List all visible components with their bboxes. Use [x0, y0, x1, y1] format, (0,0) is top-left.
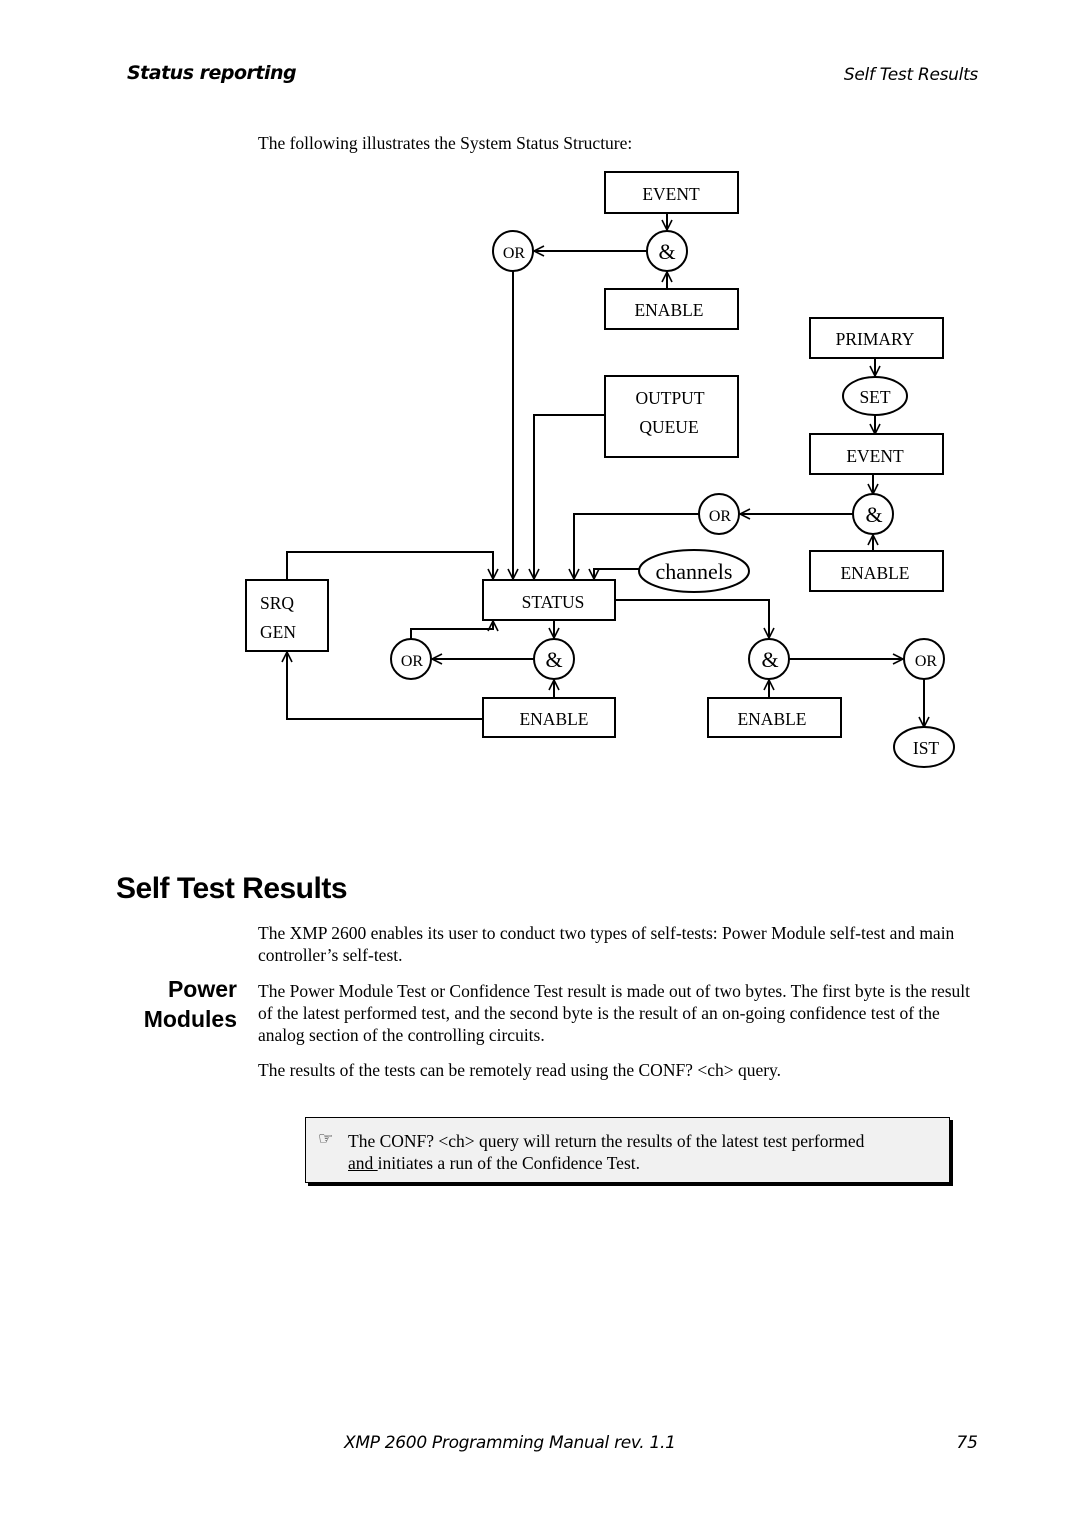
footer-manual-title: XMP 2600 Programming Manual rev. 1.1 — [344, 1433, 676, 1453]
subsection-title: Power Modules — [100, 974, 237, 1034]
paragraph-3: The results of the tests can be remotely… — [258, 1060, 782, 1080]
ist-label: IST — [913, 738, 940, 758]
note-text: The CONF? <ch> query will return the res… — [348, 1130, 948, 1174]
system-status-diagram: EVENT ENABLE & OR OUTPUT QUEUE PRIMARY S… — [245, 171, 955, 768]
and-right-label: & — [865, 502, 882, 527]
and-label: & — [658, 239, 675, 264]
and-bottom-left-label: & — [545, 647, 562, 672]
note-underlined: and — [348, 1153, 378, 1173]
enable-bottom-left-label: ENABLE — [519, 709, 588, 729]
pointing-hand-icon: ☞ — [318, 1129, 334, 1149]
paragraph-1: The XMP 2600 enables its user to conduct… — [258, 923, 955, 965]
output-label: OUTPUT — [635, 388, 704, 408]
paragraph-2: The Power Module Test or Confidence Test… — [258, 981, 971, 1045]
channels-label: channels — [656, 559, 733, 584]
srq-label: SRQ — [260, 593, 294, 613]
set-label: SET — [859, 387, 890, 407]
or-middle-label: OR — [709, 508, 732, 525]
section-title: Self Test Results — [116, 872, 348, 905]
enable-right-label: ENABLE — [840, 563, 909, 583]
gen-label: GEN — [260, 622, 296, 642]
or-bottom-right-label: OR — [915, 653, 938, 670]
enable-bottom-right-label: ENABLE — [737, 709, 806, 729]
primary-label: PRIMARY — [836, 329, 915, 349]
or-bottom-left-label: OR — [401, 653, 424, 670]
subsection-title-line1: Power — [167, 976, 237, 1002]
and-bottom-right-label: & — [761, 647, 778, 672]
note-line-1: The CONF? <ch> query will return the res… — [348, 1131, 865, 1151]
queue-label: QUEUE — [639, 417, 698, 437]
note-box: ☞ The CONF? <ch> query will return the r… — [305, 1117, 950, 1183]
status-label: STATUS — [522, 592, 585, 612]
page-number: 75 — [956, 1433, 978, 1453]
or-label: OR — [503, 245, 526, 262]
note-line-2: initiates a run of the Confidence Test. — [377, 1153, 640, 1173]
subsection-title-line2: Modules — [143, 1006, 237, 1032]
event-label: EVENT — [642, 184, 700, 204]
enable-label: ENABLE — [634, 300, 703, 320]
event-right-label: EVENT — [846, 446, 904, 466]
